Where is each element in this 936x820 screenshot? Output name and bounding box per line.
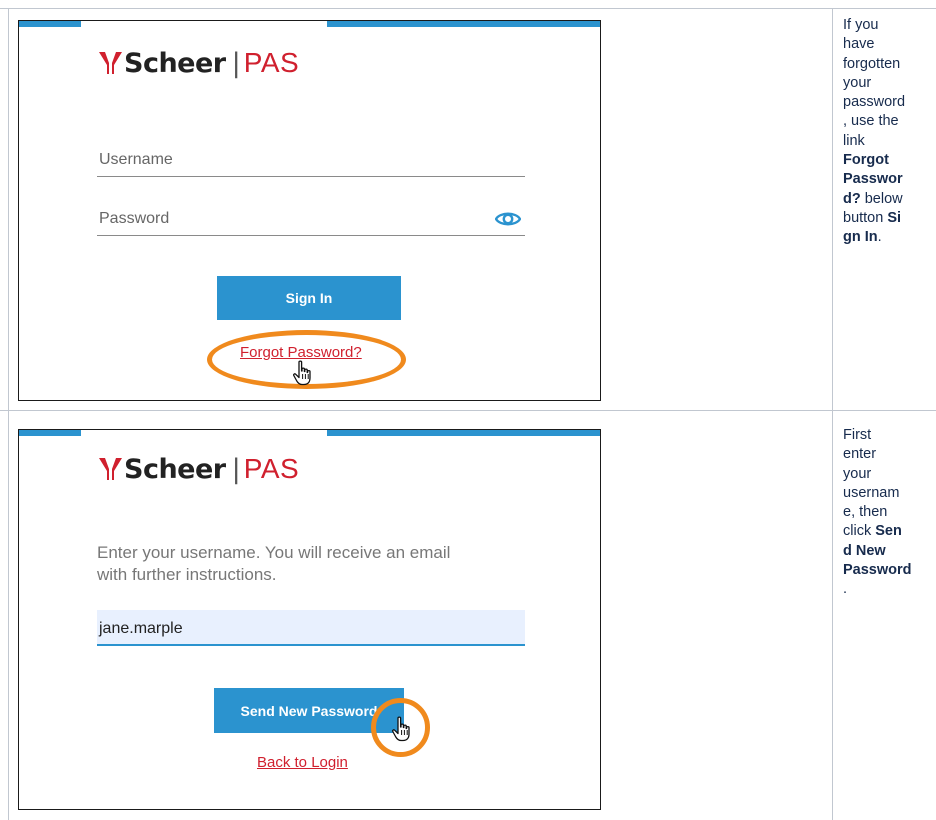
password-placeholder: Password	[99, 210, 170, 227]
scheer-logo-mark-icon	[99, 52, 122, 74]
description-text: .	[843, 581, 848, 598]
description-line: gn In.	[843, 228, 936, 247]
description-line: , use the	[843, 112, 936, 131]
description-line: .	[843, 580, 936, 599]
scheer-logo-mark-icon	[99, 458, 122, 480]
description-text: e, then	[843, 504, 888, 521]
description-line: your	[843, 465, 936, 484]
description-bold-text: Si	[887, 209, 902, 226]
table-border-left	[8, 8, 9, 820]
description-text: First	[843, 427, 872, 443]
scheer-pas-logo: Scheer | PAS	[99, 45, 299, 81]
description-text: enter	[843, 446, 877, 463]
logo-brand: Scheer	[124, 47, 226, 79]
table-row-divider	[0, 410, 936, 411]
description-text: password	[843, 94, 906, 111]
description-line: d New	[843, 542, 936, 561]
reset-instructions-line-2: with further instructions.	[97, 565, 277, 584]
top-accent-bar-right	[327, 430, 600, 436]
description-line: have	[843, 35, 936, 54]
table-border-top	[0, 8, 936, 9]
description-bold-text: Password	[843, 562, 912, 579]
description-line: button Si	[843, 209, 936, 228]
login-step-description: If you have forgotten your password , use the…	[843, 16, 936, 248]
description-bold-text: d New	[843, 542, 886, 559]
logo-separator: |	[231, 453, 241, 485]
description-text: your	[843, 74, 872, 91]
hand-cursor-icon	[293, 360, 311, 386]
logo-product: PAS	[243, 453, 300, 484]
description-bold-text: d?	[843, 190, 861, 207]
description-line: First	[843, 426, 936, 445]
back-to-login-link[interactable]: Back to Login	[257, 754, 348, 771]
description-text: below	[860, 190, 903, 207]
description-text: , use the	[843, 113, 899, 130]
top-accent-bar-left	[19, 21, 81, 27]
description-line: link	[843, 132, 936, 151]
description-text: button	[843, 209, 888, 226]
scheer-pas-logo: Scheer | PAS	[99, 451, 299, 487]
reset-username-value: jane.marple	[99, 620, 183, 637]
description-line: If you	[843, 16, 936, 35]
description-text: forgotten	[843, 55, 901, 72]
show-password-eye-icon[interactable]	[495, 210, 521, 228]
table-column-divider	[832, 8, 833, 820]
reset-username-input[interactable]: jane.marple	[97, 610, 525, 646]
logo-separator: |	[231, 47, 241, 79]
description-bold-text: Forgot	[843, 152, 889, 169]
reset-instructions-line-1: Enter your username. You will receive an…	[97, 543, 451, 562]
description-line: enter	[843, 445, 936, 464]
description-text: usernam	[843, 484, 900, 501]
forgot-password-screenshot: Scheer | PAS Enter your username. You wi…	[18, 429, 601, 810]
description-line: d? below	[843, 190, 936, 209]
sign-in-button[interactable]: Sign In	[217, 276, 401, 320]
description-line: forgotten	[843, 55, 936, 74]
login-screenshot: Scheer | PAS Username Password Sign In F…	[18, 20, 601, 401]
description-line: password	[843, 93, 936, 112]
hand-cursor-icon	[392, 716, 410, 742]
logo-brand: Scheer	[124, 453, 226, 485]
description-line: usernam	[843, 484, 936, 503]
description-text: link	[843, 132, 865, 149]
description-line: Passwor	[843, 170, 936, 189]
username-field[interactable]: Username	[97, 141, 525, 177]
description-line: click Sen	[843, 522, 936, 541]
password-field[interactable]: Password	[97, 200, 525, 236]
description-line: e, then	[843, 503, 936, 522]
description-text: .	[877, 229, 882, 246]
top-accent-bar-right	[327, 21, 600, 27]
username-placeholder: Username	[99, 151, 173, 168]
reset-instructions: Enter your username. You will receive an…	[97, 542, 517, 586]
forgot-password-link[interactable]: Forgot Password?	[240, 344, 362, 361]
description-bold-text: Sen	[875, 523, 902, 540]
description-line: your	[843, 74, 936, 93]
description-bold-text: gn In	[843, 229, 878, 246]
description-text: click	[843, 523, 876, 540]
reset-step-description: First enter your usernam e, then click Sen d N…	[843, 426, 936, 600]
documentation-table: Scheer | PAS Username Password Sign In F…	[0, 0, 936, 820]
top-accent-bar-left	[19, 430, 81, 436]
logo-product: PAS	[243, 47, 300, 78]
description-line: Password	[843, 561, 936, 580]
description-text: If you	[843, 17, 879, 33]
description-line: Forgot	[843, 151, 936, 170]
description-text: your	[843, 465, 872, 482]
description-bold-text: Passwor	[843, 171, 903, 188]
description-text: have	[843, 36, 875, 53]
